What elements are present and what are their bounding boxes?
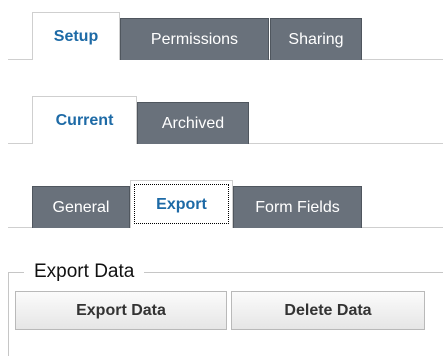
- status-tab-bar: Current Archived: [8, 96, 443, 144]
- export-data-button[interactable]: Export Data: [15, 291, 227, 330]
- tab-archived[interactable]: Archived: [137, 102, 249, 144]
- tab-general[interactable]: General: [32, 186, 130, 228]
- tab-sharing[interactable]: Sharing: [270, 18, 362, 60]
- tab-permissions[interactable]: Permissions: [120, 18, 269, 60]
- main-tab-bar: Setup Permissions Sharing: [8, 12, 443, 60]
- tab-current[interactable]: Current: [32, 96, 137, 144]
- section-tab-bar: General Export Form Fields: [8, 180, 443, 228]
- tab-form-fields[interactable]: Form Fields: [233, 186, 362, 228]
- delete-data-button[interactable]: Delete Data: [231, 291, 425, 330]
- fieldset-left-border: [8, 272, 9, 356]
- tab-export[interactable]: Export: [130, 180, 233, 228]
- tab-setup[interactable]: Setup: [32, 12, 120, 60]
- export-data-fieldset: Export Data Export Data Delete Data: [8, 259, 443, 356]
- fieldset-legend: Export Data: [24, 259, 145, 285]
